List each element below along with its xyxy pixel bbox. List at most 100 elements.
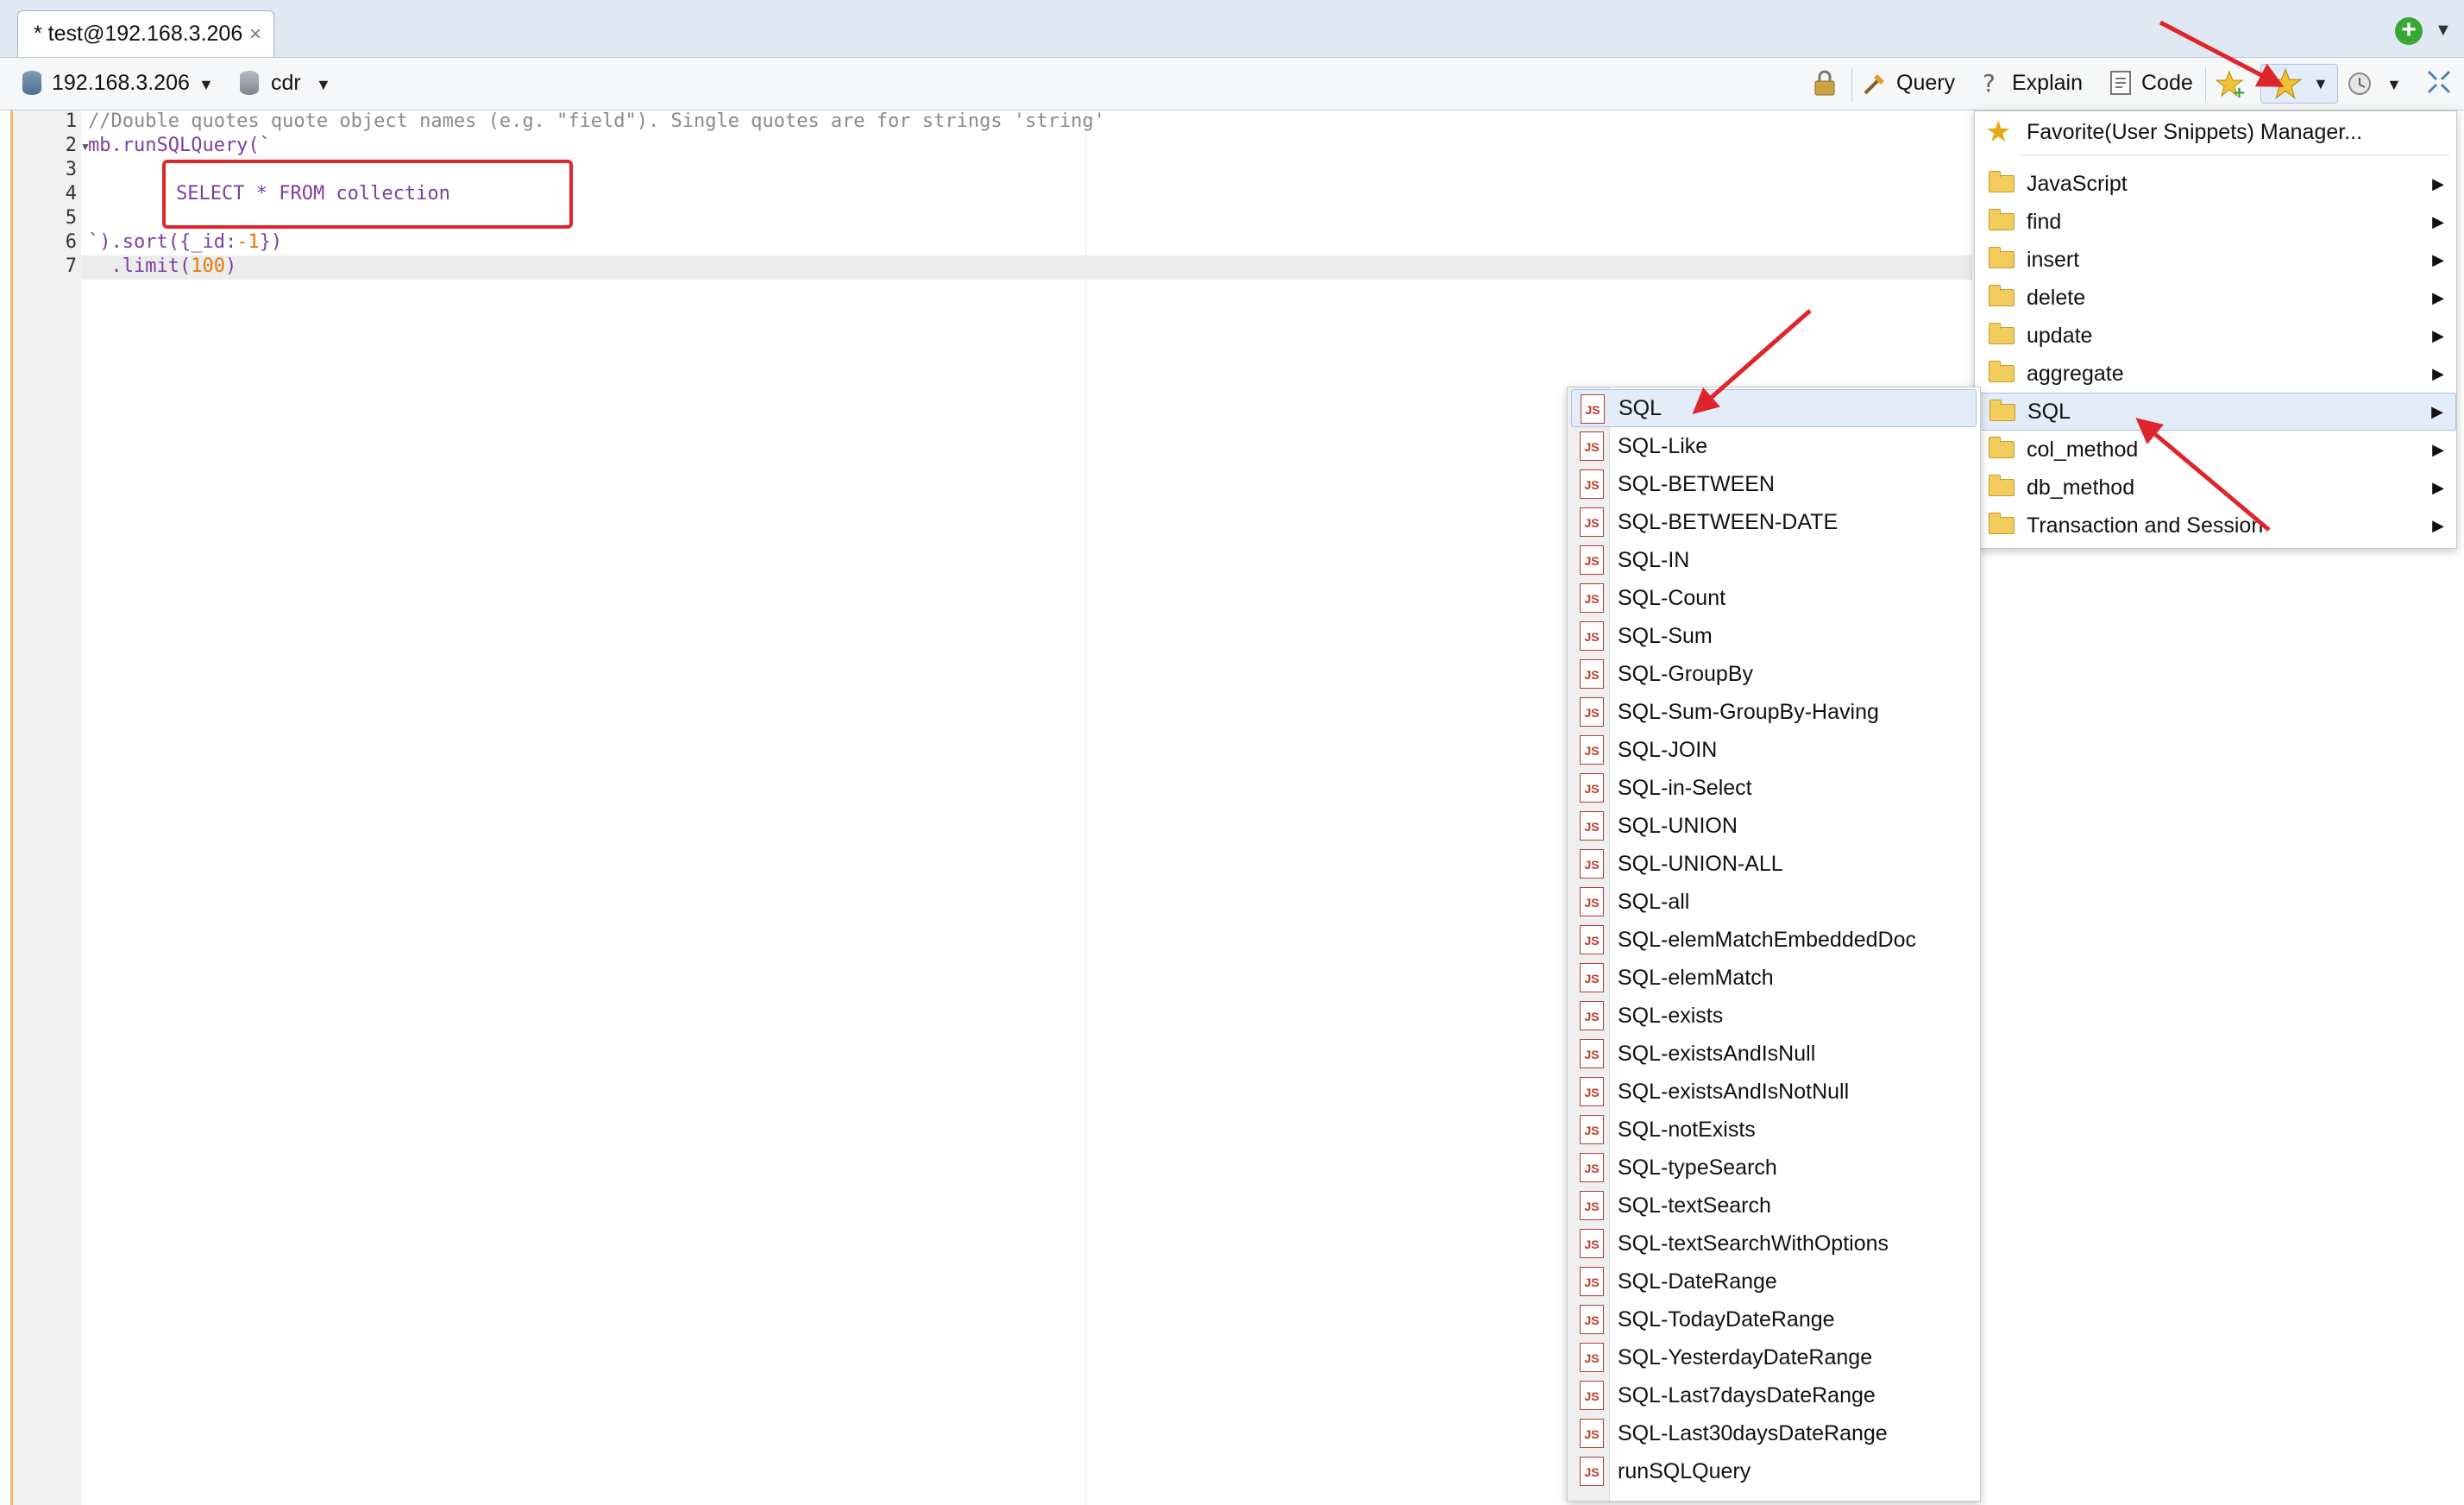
submenu-arrow-icon: ▶ [2431,402,2443,420]
folder-item-update[interactable]: update ▶ [1975,317,2456,355]
add-favorite-icon[interactable]: + [2215,69,2246,102]
js-file-icon: JS [1580,735,1604,765]
code-button[interactable]: Code [2141,71,2193,96]
menu-item-label: SQL-textSearch [1618,1193,1771,1218]
sql-snippet-item[interactable]: JS SQL-UNION [1571,807,1977,845]
sql-snippet-item[interactable]: JS SQL-DateRange [1571,1263,1977,1300]
menu-item-label: SQL-notExists [1618,1117,1756,1142]
js-file-icon: JS [1580,1153,1604,1182]
lock-icon[interactable] [1812,69,1838,97]
sql-snippet-item[interactable]: JS SQL-GroupBy [1571,655,1977,693]
folder-item-transaction[interactable]: Transaction and Session ▶ [1975,507,2456,545]
code-line-1: //Double quotes quote object names (e.g.… [88,110,1105,132]
menu-item-label: SQL-GroupBy [1618,661,1754,686]
history-icon[interactable] [2345,69,2374,98]
menu-item-label: runSQLQuery [1618,1458,1751,1483]
favorites-manager-item[interactable]: ★ Favorite(User Snippets) Manager... [1975,113,2456,151]
menu-item-label: SQL-Like [1618,433,1708,458]
code-token: `).sort({_id: [88,231,237,253]
expand-icon[interactable] [2426,69,2452,95]
database-dropdown-icon[interactable]: ▼ [316,76,331,94]
sql-snippet-item[interactable]: JS SQL-notExists [1571,1111,1977,1149]
sql-snippet-item[interactable]: JS SQL-Sum [1571,617,1977,655]
js-file-icon: JS [1580,1001,1604,1030]
code-line-7: .limit(100) [88,255,236,277]
js-file-icon: JS [1580,1381,1604,1410]
sql-snippet-item[interactable]: JS SQL-Like [1571,427,1977,465]
server-selector[interactable]: 192.168.3.206 [52,71,190,96]
sql-snippet-item[interactable]: JS SQL-exists [1571,997,1977,1035]
menu-item-label: SQL-UNION [1618,813,1738,838]
sql-snippet-item[interactable]: JS SQL-typeSearch [1571,1149,1977,1187]
chevron-down-icon[interactable]: ▼ [2435,21,2452,41]
submenu-arrow-icon: ▶ [2432,174,2444,192]
menu-item-label: SQL-existsAndIsNotNull [1618,1079,1850,1104]
sql-snippet-item[interactable]: JS SQL-textSearch [1571,1187,1977,1225]
star-icon [2268,67,2303,100]
menu-item-label: SQL-BETWEEN [1618,471,1775,496]
sql-snippet-item[interactable]: JS SQL-existsAndIsNull [1571,1035,1977,1073]
add-tab-icon[interactable]: + [2395,17,2423,45]
sql-snippet-item[interactable]: JS SQL-IN [1571,541,1977,579]
explain-button[interactable]: Explain [2012,71,2083,96]
favorites-button[interactable]: ▼ [2260,64,2338,104]
submenu-arrow-icon: ▶ [2432,364,2444,382]
sql-snippet-item[interactable]: JS SQL-Last7daysDateRange [1571,1376,1977,1414]
sql-snippet-item[interactable]: JS SQL-Count [1571,579,1977,617]
sql-snippet-item[interactable]: JS SQL-BETWEEN-DATE [1571,503,1977,541]
folder-item-delete[interactable]: delete ▶ [1975,279,2456,317]
js-file-icon: JS [1580,621,1604,651]
folder-item-javascript[interactable]: JavaScript ▶ [1975,165,2456,203]
menu-item-label: SQL-IN [1618,547,1690,572]
tab-strip [0,0,2464,58]
sql-snippet-item[interactable]: JS SQL-existsAndIsNotNull [1571,1073,1977,1111]
js-file-icon: JS [1580,1457,1604,1486]
sql-snippet-item[interactable]: JS SQL-JOIN [1571,731,1977,769]
query-button[interactable]: Query [1896,71,1955,96]
sql-snippet-item[interactable]: JS SQL-BETWEEN [1571,465,1977,503]
server-dropdown-icon[interactable]: ▼ [198,76,214,94]
tab-connection[interactable]: * test@192.168.3.206 × [17,10,274,57]
menu-item-label: Favorite(User Snippets) Manager... [2027,119,2363,144]
folder-icon [1989,361,2015,382]
favorites-menu: ★ Favorite(User Snippets) Manager... Jav… [1974,110,2457,549]
js-file-icon: JS [1580,811,1604,841]
js-file-icon: JS [1580,1343,1604,1372]
submenu-arrow-icon: ▶ [2432,250,2444,268]
sql-snippet-item[interactable]: JS SQL-TodayDateRange [1571,1300,1977,1338]
sql-snippet-item[interactable]: JS SQL-Sum-GroupBy-Having [1571,693,1977,731]
folder-item-col-method[interactable]: col_method ▶ [1975,431,2456,469]
sql-snippet-item[interactable]: JS SQL-in-Select [1571,769,1977,807]
code-icon [2109,69,2133,97]
menu-item-label: SQL-exists [1618,1003,1724,1028]
folder-item-find[interactable]: find ▶ [1975,203,2456,241]
menu-item-label: SQL-TodayDateRange [1618,1307,1835,1332]
line-number: 1 [65,110,77,132]
line-gutter: 1 2 ▼ 3 4 5 6 7 [10,110,91,1505]
folder-icon [1989,171,2015,192]
folder-item-aggregate[interactable]: aggregate ▶ [1975,355,2456,393]
help-icon: ? [1977,69,2003,98]
sql-snippet-item[interactable]: JS SQL-Last30daysDateRange [1571,1414,1977,1452]
line-number: 7 [65,255,77,277]
sql-snippet-item[interactable]: JS SQL-elemMatchEmbeddedDoc [1571,921,1977,959]
sql-snippet-item[interactable]: JS SQL-elemMatch [1571,959,1977,997]
sql-snippet-item[interactable]: JS SQL [1571,389,1977,427]
folder-item-db-method[interactable]: db_method ▶ [1975,469,2456,507]
folder-item-insert[interactable]: insert ▶ [1975,241,2456,279]
sql-snippet-item[interactable]: JS runSQLQuery [1571,1452,1977,1490]
database-selector[interactable]: cdr [271,71,301,96]
chevron-down-icon[interactable]: ▼ [2386,76,2402,94]
sql-snippet-item[interactable]: JS SQL-textSearchWithOptions [1571,1225,1977,1263]
sql-snippet-item[interactable]: JS SQL-YesterdayDateRange [1571,1338,1977,1376]
close-icon[interactable]: × [249,22,261,47]
line-number: 2 [65,135,77,156]
menu-item-label: aggregate [2027,361,2124,386]
sql-snippet-item[interactable]: JS SQL-all [1571,883,1977,921]
sql-snippet-item[interactable]: JS SQL-UNION-ALL [1571,845,1977,883]
print-margin [1085,110,1086,1505]
svg-text:+: + [2233,84,2245,98]
menu-item-label: update [2027,323,2093,348]
folder-item-sql[interactable]: SQL ▶ [1975,393,2456,431]
menu-item-label: col_method [2027,437,2139,462]
